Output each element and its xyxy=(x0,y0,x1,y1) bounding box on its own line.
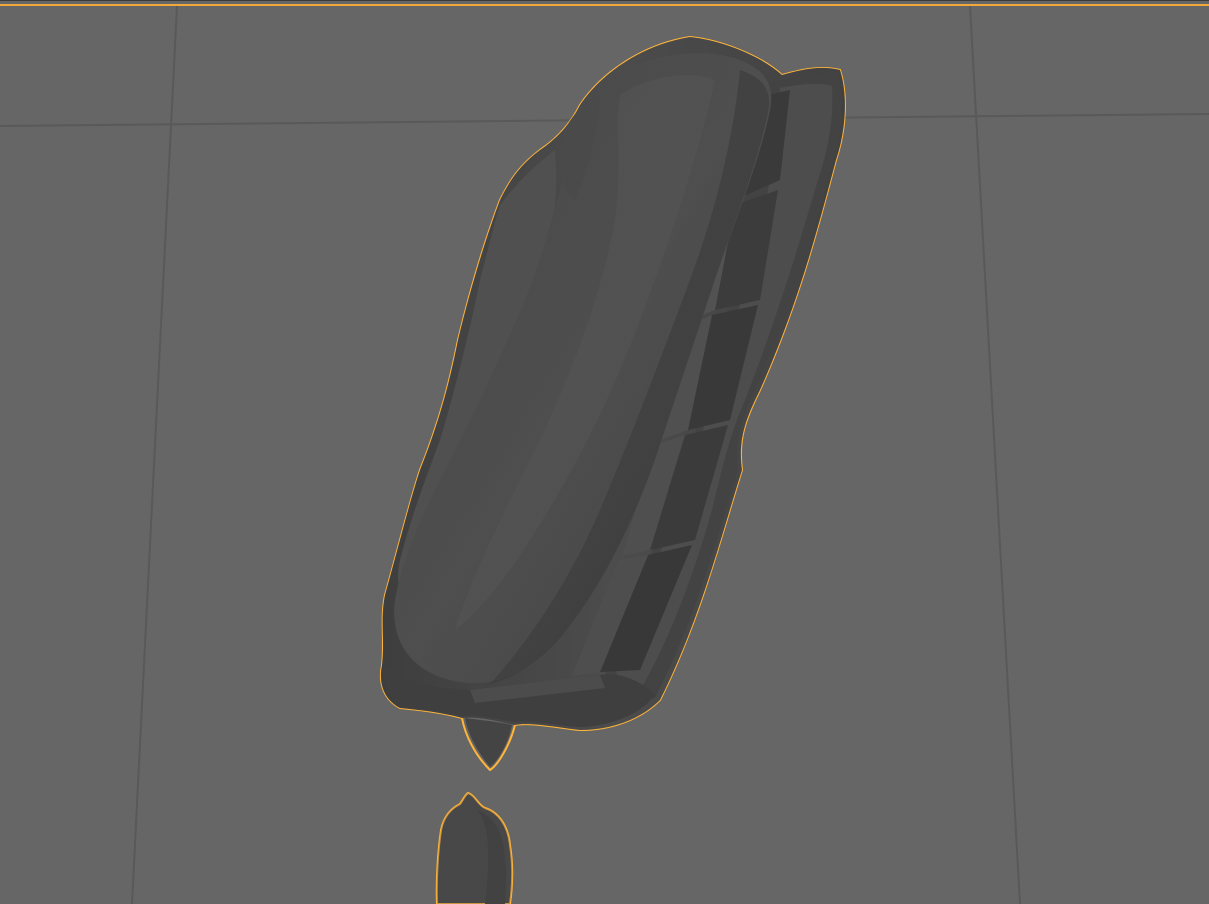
drip-fragment-texture xyxy=(436,793,513,904)
drip-top xyxy=(465,718,512,767)
drip-fragment-mesh[interactable] xyxy=(435,791,514,904)
3d-viewport[interactable] xyxy=(0,0,1209,904)
sandwich-mesh[interactable] xyxy=(380,35,846,772)
viewport-canvas[interactable] xyxy=(0,0,1209,904)
